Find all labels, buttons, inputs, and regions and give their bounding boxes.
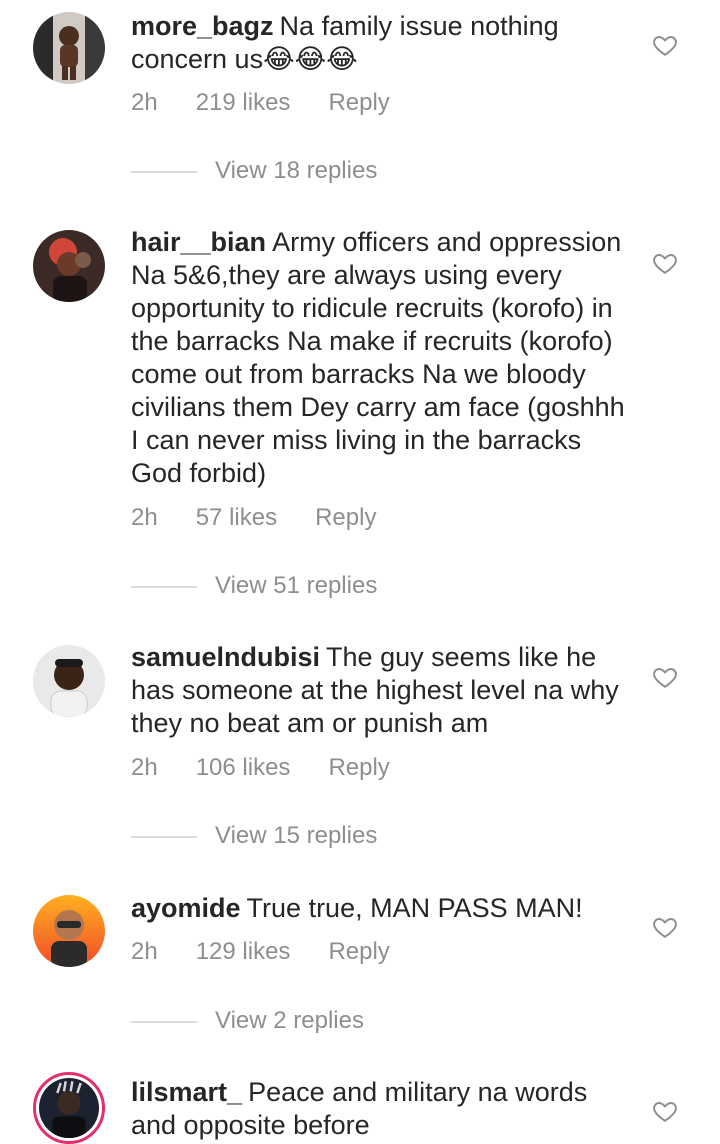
view-replies-label[interactable]: View 15 replies [215, 822, 377, 850]
reply-button[interactable]: Reply [328, 89, 389, 117]
avatar[interactable] [33, 1072, 105, 1144]
comment-meta: 2h 219 likes Reply [131, 89, 428, 117]
comment-likes[interactable]: 219 likes [196, 89, 291, 117]
divider-line [131, 586, 197, 588]
comment-body: ayomide True true, MAN PASS MAN! [131, 892, 631, 925]
avatar-image [33, 12, 105, 84]
avatar-image [33, 230, 105, 302]
reply-button[interactable]: Reply [328, 938, 389, 966]
comment-likes[interactable]: 106 likes [196, 754, 291, 782]
avatar-image [33, 895, 105, 967]
avatar[interactable] [33, 895, 105, 967]
avatar[interactable] [33, 645, 105, 717]
reply-button[interactable]: Reply [328, 754, 389, 782]
reply-button[interactable]: Reply [315, 504, 376, 532]
comment-body: more_bagz Na family issue nothing concern… [131, 10, 631, 76]
avatar-image [39, 1078, 99, 1138]
view-replies-label[interactable]: View 51 replies [215, 572, 377, 600]
comment-username[interactable]: samuelndubisi [131, 642, 320, 672]
comment-body: samuelndubisi The guy seems like he has s… [131, 641, 631, 740]
divider-line [131, 171, 197, 173]
view-replies-label[interactable]: View 2 replies [215, 1007, 364, 1035]
comment-likes[interactable]: 57 likes [196, 504, 277, 532]
like-heart-icon[interactable] [652, 32, 678, 58]
view-replies-label[interactable]: View 18 replies [215, 157, 377, 185]
like-heart-icon[interactable] [652, 914, 678, 940]
comment-likes[interactable]: 129 likes [196, 938, 291, 966]
comment-username[interactable]: lilsmart_ [131, 1077, 242, 1107]
comment-time: 2h [131, 938, 158, 965]
comment-meta: 2h 129 likes Reply [131, 938, 428, 966]
like-heart-icon[interactable] [652, 250, 678, 276]
divider-line [131, 1021, 197, 1023]
comment-username[interactable]: more_bagz [131, 11, 274, 41]
comment-username[interactable]: hair__bian [131, 227, 266, 257]
comment-time: 2h [131, 754, 158, 781]
avatar[interactable] [33, 230, 105, 302]
divider-line [131, 836, 197, 838]
avatar[interactable] [33, 12, 105, 84]
comment-time: 2h [131, 89, 158, 116]
like-heart-icon[interactable] [652, 1098, 678, 1124]
comment-body: lilsmart_ Peace and military na words and… [131, 1076, 631, 1142]
comment-body: hair__bian Army officers and oppression N… [131, 226, 631, 490]
comment-time: 2h [131, 504, 158, 531]
like-heart-icon[interactable] [652, 664, 678, 690]
comment-meta: 2h 106 likes Reply [131, 754, 428, 782]
comment-meta: 2h 57 likes Reply [131, 504, 414, 532]
comment-text: Army officers and oppression Na 5&6,they… [131, 227, 625, 488]
comment-username[interactable]: ayomide [131, 893, 241, 923]
avatar-image [33, 645, 105, 717]
comment-text: True true, MAN PASS MAN! [246, 893, 583, 923]
